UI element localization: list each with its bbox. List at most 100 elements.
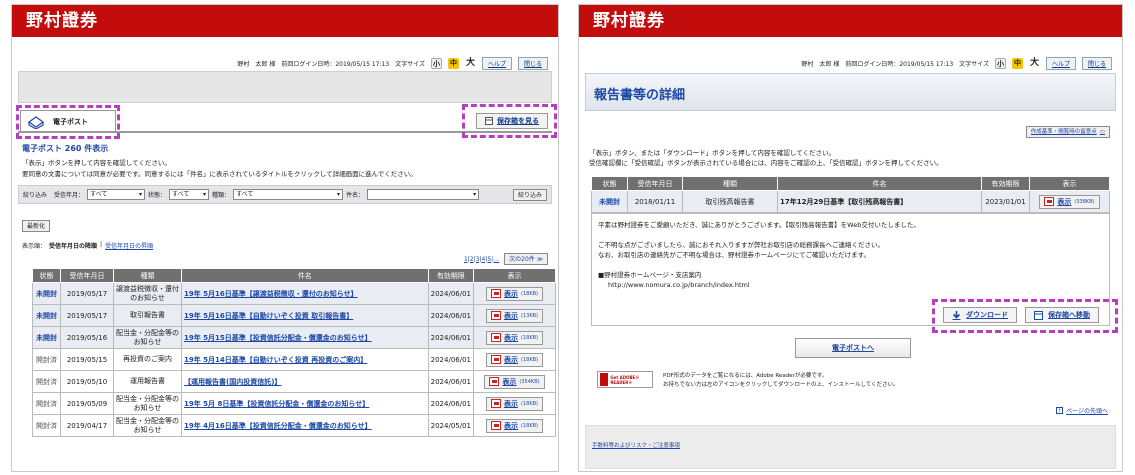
row-date: 2019/04/17 [60, 414, 114, 437]
row-status: 開封済 [32, 348, 61, 371]
col-status: 状態 [32, 268, 61, 283]
user-bar: 野村 太郎 様 前回ログイン日時：2019/05/15 17:13 文字サイズ … [801, 57, 1112, 70]
col-view: 表示 [473, 268, 556, 283]
next-page-button[interactable]: 次の20件 ≫ [504, 253, 548, 265]
font-small-button[interactable]: 小 [994, 58, 1006, 69]
row-type: 取引残高報告書 [682, 190, 778, 213]
col-type: 種類 [682, 176, 778, 191]
back-to-e-post-button[interactable]: 電子ポストへ [795, 338, 911, 358]
row-status: 開封済 [32, 414, 61, 437]
col-date: 受信年月日 [627, 176, 683, 191]
sort-ascending-link[interactable]: 受信年月日の昇順 [105, 241, 153, 250]
col-expiry: 有効期限 [427, 268, 475, 283]
col-view: 表示 [1029, 176, 1110, 191]
file-size: (18KB) [521, 422, 538, 429]
help-button[interactable]: ヘルプ [1045, 57, 1076, 70]
view-label: 表示 [504, 421, 518, 430]
row-view-cell: 表示 (18KB) [473, 348, 556, 371]
row-expiry: 2024/06/01 [427, 370, 475, 393]
row-subject-link[interactable]: 19年 5月16日基準【譲渡益税徴収・還付のお知らせ】 [181, 282, 429, 305]
report-table: 状態 受信年月日 種類 件名 有効期限 表示 未開封 2018/01/11 取引… [591, 176, 1110, 213]
subject-label: 件名： [346, 192, 365, 199]
row-date: 2018/01/11 [627, 190, 683, 213]
type-label: 種類： [212, 192, 231, 199]
page-title: 報告書等の詳細 [585, 73, 1116, 111]
table-row: 未開封 2019/05/17 譲渡益税徴収・還付のお知らせ 19年 5月16日基準【譲… [32, 282, 556, 305]
brand-logo: 野村證券 [579, 5, 1122, 37]
footer-panel: 手数料等およびリスク・ご注意事項 [585, 425, 1116, 469]
message-table: 状態 受信年月日 種類 件名 有効期限 表示 未開封 2019/05/17 譲渡益税… [32, 268, 556, 437]
page-top-link[interactable]: ↑ ページの先頭へ [1056, 406, 1108, 415]
status-select[interactable]: すべて [169, 189, 210, 200]
up-arrow-icon: ↑ [1056, 407, 1064, 414]
user-name: 野村 太郎 様 [237, 61, 276, 68]
row-view-cell: 表示 (338KB) [1029, 190, 1110, 213]
file-size: (18KB) [521, 400, 538, 407]
status-label: 状態： [148, 192, 167, 199]
message-line-3: なお、お取引店の連絡先がご不明な場合は、野村證券ホームページにてご確認いただけま… [598, 251, 871, 259]
view-pdf-button[interactable]: 表示 (18KB) [486, 352, 543, 367]
table-row: 未開封 2019/05/17 取引報告書 19年 5月16日基準【自動けいぞく投資 取… [32, 304, 556, 327]
row-subject-link[interactable]: 19年 5月14日基準【自動けいぞく投資 再投資のご案内】 [181, 348, 429, 371]
view-pdf-button[interactable]: 表示 (18KB) [486, 396, 543, 411]
view-pdf-button[interactable]: 表示 (18KB) [486, 286, 543, 301]
close-button[interactable]: 閉じる [517, 57, 548, 70]
row-subject-link[interactable]: 19年 5月16日基準【自動けいぞく投資 取引報告書】 [181, 304, 429, 327]
row-subject-link[interactable]: 【運用報告書(国内投資信託)】 [181, 370, 429, 393]
adobe-reader-badge[interactable]: Get ADOBE® READER® [597, 371, 653, 388]
font-medium-button[interactable]: 中 [1011, 58, 1023, 69]
refresh-button[interactable]: 最新化 [22, 220, 51, 232]
pdf-icon [491, 333, 501, 342]
subject-input[interactable] [367, 189, 480, 200]
file-size: (338KB) [1074, 198, 1095, 205]
message-line-2: ご不明な点がございましたら、誠におそれ入りますが弊社お取引店の総務課長へご連絡く… [598, 241, 884, 249]
left-window: 野村證券 野村 太郎 様 前回ログイン日時：2019/05/15 17:13 文… [11, 4, 559, 472]
view-pdf-button[interactable]: 表示 (354KB) [484, 374, 545, 389]
row-subject-link[interactable]: 19年 5月 8日基準【投資信託分配金・償還金のお知らせ】 [181, 392, 429, 415]
row-type: 配当金・分配金等のお知らせ [113, 392, 182, 415]
font-medium-button[interactable]: 中 [447, 58, 459, 69]
view-label: 表示 [504, 355, 518, 364]
view-pdf-button[interactable]: 表示 (13KB) [486, 308, 543, 323]
help-button[interactable]: ヘルプ [481, 57, 512, 70]
received-select[interactable]: すべて [87, 189, 146, 200]
row-expiry: 2024/06/01 [427, 392, 475, 415]
branch-url[interactable]: http://www.nomura.co.jp/branch/index.htm… [598, 280, 1103, 290]
brand-logo: 野村證券 [12, 5, 558, 37]
view-pdf-button[interactable]: 表示 (338KB) [1039, 194, 1100, 209]
message-line-4: ■野村證券ホームページ・支店案内 [598, 271, 702, 279]
row-expiry: 2023/01/01 [981, 190, 1030, 213]
last-login: 前回ログイン日時：2019/05/15 17:13 [281, 59, 389, 68]
font-large-button[interactable]: 大 [465, 58, 476, 69]
font-small-button[interactable]: 小 [430, 58, 442, 69]
view-pdf-button[interactable]: 表示 (18KB) [486, 330, 543, 345]
notes-button[interactable]: 作成基準・閲覧時の留意点 ▭ [1025, 126, 1110, 138]
type-select[interactable]: すべて [233, 189, 344, 200]
row-subject-link[interactable]: 19年 4月16日基準【投資信託分配金・償還金のお知らせ】 [181, 414, 429, 437]
pdf-icon [491, 311, 501, 320]
page-links[interactable]: 1|2|3|4|5|… [464, 256, 499, 263]
col-date: 受信年月日 [60, 268, 114, 283]
view-pdf-button[interactable]: 表示 (18KB) [486, 418, 543, 433]
view-label: 表示 [502, 377, 517, 386]
view-label: 表示 [1057, 197, 1072, 206]
filter-button[interactable]: 絞り込み [512, 188, 547, 201]
login-time: 2019/05/15 17:13 [899, 61, 954, 68]
highlight-save-box [462, 104, 557, 138]
table-row: 未開封 2018/01/11 取引残高報告書 17年12月29日基準【取引残高報… [591, 190, 1110, 213]
row-subject-link[interactable]: 19年 5月15日基準【投資信託分配金・償還金のお知らせ】 [181, 326, 429, 349]
close-button[interactable]: 閉じる [1081, 57, 1112, 70]
font-large-button[interactable]: 大 [1029, 58, 1040, 69]
file-size: (18KB) [521, 356, 538, 363]
sort-order: 表示順： 受信年月日の降順 | 受信年月日の昇順 [22, 241, 153, 250]
filter-bar: 絞り込み 受信年月： すべて 状態： すべて 種類： すべて 件名： 絞り込み [18, 185, 552, 204]
view-label: 表示 [504, 399, 518, 408]
fees-risk-link[interactable]: 手数料等およびリスク・ご注意事項 [592, 441, 680, 449]
row-view-cell: 表示 (13KB) [473, 304, 556, 327]
file-size: (13KB) [521, 312, 538, 319]
view-label: 表示 [504, 333, 518, 342]
row-status: 未開封 [32, 304, 61, 327]
row-expiry: 2024/06/01 [427, 348, 475, 371]
row-type: 再投資のご案内 [113, 348, 182, 371]
